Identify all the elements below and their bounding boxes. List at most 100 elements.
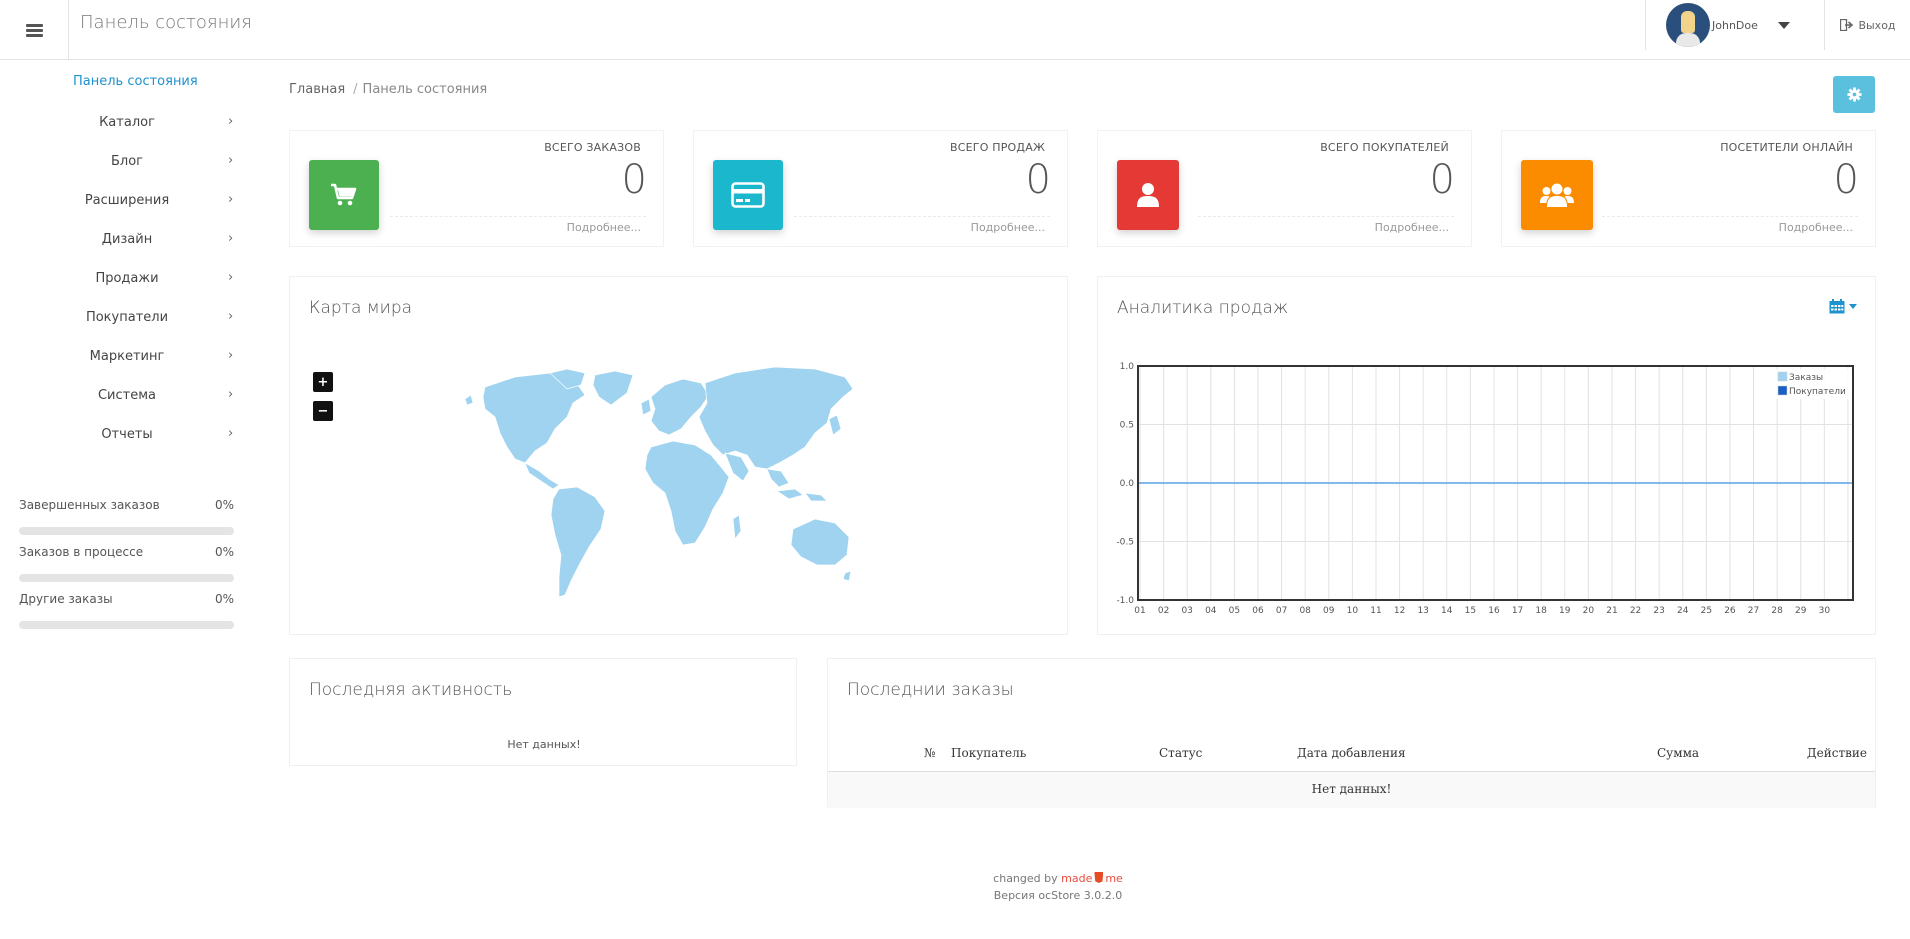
legend-swatch xyxy=(1777,385,1788,396)
column-header[interactable]: Покупатель xyxy=(951,746,1026,760)
latest-orders-panel: Последнии заказы № Покупатель Статус Дат… xyxy=(827,658,1876,808)
sidebar-item-dashboard[interactable]: Панель состояния xyxy=(73,74,198,89)
column-header[interactable]: Статус xyxy=(1159,746,1202,760)
sales-analytics-panel: Аналитика продаж 1.0 0.5 0.0 -0.5 -1.0 01 02 03… xyxy=(1097,276,1876,635)
column-header[interactable]: Действие xyxy=(1807,746,1867,760)
sidebar-item-label: Отчеты xyxy=(101,427,153,442)
tile-title: ПОСЕТИТЕЛИ ОНЛАЙН xyxy=(1720,141,1853,154)
x-tick-label: 21 xyxy=(1606,606,1617,616)
chevron-right-icon: › xyxy=(228,192,234,207)
chevron-right-icon: › xyxy=(228,114,234,129)
caret-down-icon xyxy=(1777,21,1790,29)
world-map[interactable] xyxy=(455,359,855,609)
empty-message: Нет данных! xyxy=(507,738,581,751)
tile-more-link[interactable]: Подробнее... xyxy=(567,221,641,234)
x-tick-label: 22 xyxy=(1630,606,1641,616)
column-header[interactable]: № xyxy=(924,746,935,760)
sidebar-item-reports[interactable]: Отчеты › xyxy=(0,422,240,452)
x-tick-label: 10 xyxy=(1347,606,1359,616)
sidebar-item-extensions[interactable]: Расширения › xyxy=(0,188,240,218)
chevron-right-icon: › xyxy=(228,309,234,324)
tile-value: 0 xyxy=(1833,157,1859,203)
x-tick-label: 28 xyxy=(1771,606,1783,616)
user-icon xyxy=(1137,183,1159,207)
stat-value: 0% xyxy=(214,498,234,512)
x-tick-label: 03 xyxy=(1181,606,1192,616)
footer-version: Версия ocStore 3.0.2.0 xyxy=(993,889,1123,902)
breadcrumb-home-link[interactable]: Главная xyxy=(289,82,345,97)
users-icon xyxy=(1540,183,1574,207)
sidebar-item-design[interactable]: Дизайн › xyxy=(0,227,240,257)
tile-total-orders: ВСЕГО ЗАКАЗОВ 0 Подробнее... xyxy=(289,130,664,247)
x-tick-label: 08 xyxy=(1299,606,1311,616)
tile-more-link[interactable]: Подробнее... xyxy=(1375,221,1449,234)
stat-label: Другие заказы xyxy=(19,592,113,606)
sidebar-item-label: Продажи xyxy=(95,271,159,286)
y-tick-label: -1.0 xyxy=(1116,596,1134,606)
progress-bar xyxy=(19,621,234,629)
legend-label: Покупатели xyxy=(1789,387,1846,397)
x-tick-label: 19 xyxy=(1559,606,1571,616)
tile-more-link[interactable]: Подробнее... xyxy=(971,221,1045,234)
panel-title: Последнии заказы xyxy=(847,680,1014,700)
x-tick-label: 01 xyxy=(1134,606,1145,616)
progress-bar xyxy=(19,527,234,535)
column-header[interactable]: Сумма xyxy=(1657,746,1699,760)
column-header[interactable]: Дата добавления xyxy=(1297,746,1406,760)
sidebar-item-catalog[interactable]: Каталог › xyxy=(0,110,240,140)
legend-swatch xyxy=(1777,371,1788,382)
settings-button[interactable] xyxy=(1833,76,1875,113)
tile-icon-box xyxy=(713,160,783,230)
user-menu[interactable]: JohnDoe xyxy=(1645,0,1825,50)
chevron-right-icon: › xyxy=(228,348,234,363)
stat-completed-orders: Завершенных заказов 0% xyxy=(19,498,234,535)
shopping-cart-icon xyxy=(331,183,357,206)
x-tick-label: 24 xyxy=(1677,606,1689,616)
stat-label: Заказов в процессе xyxy=(19,545,144,559)
menu-toggle-button[interactable] xyxy=(0,0,69,60)
footer-credit: changed by made me xyxy=(955,872,1161,885)
sidebar-item-customers[interactable]: Покупатели › xyxy=(0,305,240,335)
sales-line-chart: 1.0 0.5 0.0 -0.5 -1.001 02 03 04 05 06 07 08 09 10 11 1… xyxy=(1116,362,1854,616)
sidebar-item-blog[interactable]: Блог › xyxy=(0,149,240,179)
breadcrumb-current[interactable]: Панель состояния xyxy=(363,82,488,97)
sidebar-item-label: Маркетинг xyxy=(89,349,165,364)
recent-activity-panel: Последняя активность Нет данных! xyxy=(289,658,797,766)
legend-label: Заказы xyxy=(1789,373,1823,383)
tile-more-link[interactable]: Подробнее... xyxy=(1779,221,1853,234)
y-tick-label: 0.0 xyxy=(1120,479,1135,489)
x-tick-label: 26 xyxy=(1724,606,1736,616)
tile-icon-box xyxy=(1521,160,1593,230)
logout-button[interactable]: Выход xyxy=(1826,0,1910,50)
tile-title: ВСЕГО ПОКУПАТЕЛЕЙ xyxy=(1320,141,1449,154)
x-tick-label: 05 xyxy=(1229,606,1240,616)
stat-processing-orders: Заказов в процессе 0% xyxy=(19,545,234,582)
chevron-right-icon: › xyxy=(228,270,234,285)
chevron-right-icon: › xyxy=(228,426,234,441)
x-tick-label: 25 xyxy=(1701,606,1712,616)
sidebar-item-label: Система xyxy=(97,388,157,403)
x-tick-label: 02 xyxy=(1158,606,1169,616)
x-tick-label: 18 xyxy=(1535,606,1547,616)
x-tick-label: 13 xyxy=(1417,606,1428,616)
avatar xyxy=(1666,3,1710,47)
x-tick-label: 20 xyxy=(1583,606,1595,616)
panel-title: Последняя активность xyxy=(309,680,513,700)
map-zoom-in-button[interactable]: + xyxy=(313,372,333,392)
sidebar-item-marketing[interactable]: Маркетинг › xyxy=(0,344,240,374)
map-zoom-out-button[interactable]: − xyxy=(313,401,333,421)
tile-title: ВСЕГО ЗАКАЗОВ xyxy=(544,141,641,154)
stat-other-orders: Другие заказы 0% xyxy=(19,592,234,629)
panel-title: Карта мира xyxy=(309,298,413,318)
sidebar-item-sales[interactable]: Продажи › xyxy=(0,266,240,296)
sidebar-item-system[interactable]: Система › xyxy=(0,383,240,413)
stat-value: 0% xyxy=(214,592,234,606)
credit-card-icon xyxy=(731,182,765,208)
footer-author-link[interactable]: made me xyxy=(1061,872,1123,885)
x-tick-label: 04 xyxy=(1205,606,1217,616)
tile-value: 0 xyxy=(621,157,647,203)
tile-value: 0 xyxy=(1025,157,1051,203)
progress-bar xyxy=(19,574,234,582)
sidebar-item-label: Каталог xyxy=(99,115,155,130)
x-tick-label: 09 xyxy=(1323,606,1335,616)
